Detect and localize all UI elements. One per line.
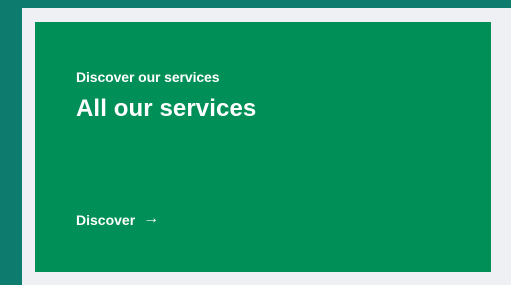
discover-link[interactable]: Discover → bbox=[76, 210, 160, 229]
card-eyebrow: Discover our services bbox=[76, 69, 220, 85]
discover-link-label: Discover bbox=[76, 212, 136, 228]
services-card: Discover our services All our services D… bbox=[35, 22, 491, 272]
arrow-right-icon: → bbox=[143, 210, 160, 227]
card-title: All our services bbox=[76, 95, 257, 122]
